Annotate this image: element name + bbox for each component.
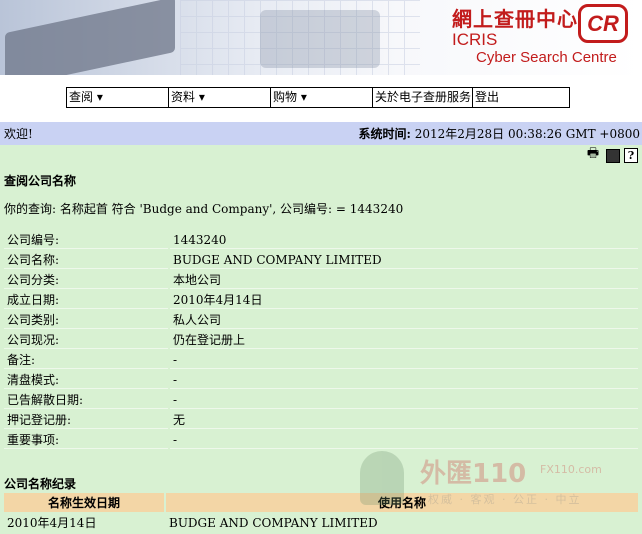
banner-building-image: [260, 10, 380, 68]
banner-cn-title: 網上查冊中心: [452, 7, 578, 31]
header-banner: 網上查冊中心 ICRIS Cyber Search Centre CR: [0, 0, 642, 75]
menu-search[interactable]: 查阅 ▾: [67, 88, 169, 107]
menu-shopping[interactable]: 购物 ▾: [271, 88, 373, 107]
table-row: 已告解散日期: -: [4, 391, 638, 409]
field-value: BUDGE AND COMPANY LIMITED: [170, 251, 638, 269]
table-row: 公司现况: 仍在登记册上: [4, 331, 638, 349]
system-time-label: 系统时间:: [358, 127, 411, 141]
table-row: 公司分类: 本地公司: [4, 271, 638, 289]
history-date: 2010年4月14日: [7, 516, 97, 530]
field-value: 无: [170, 411, 638, 429]
print-icon[interactable]: 🖶: [585, 146, 601, 163]
save-icon[interactable]: [606, 149, 620, 163]
table-row: 重要事项: -: [4, 431, 638, 449]
help-icon[interactable]: ?: [624, 148, 638, 163]
cr-logo: CR: [578, 4, 628, 43]
table-row: 公司类别: 私人公司: [4, 311, 638, 329]
name-history-table: 名称生效日期 使用名称 2010年4月14日 BUDGE AND COMPANY…: [2, 491, 640, 533]
welcome-text: 欢迎!: [4, 127, 33, 141]
menu-logout[interactable]: 登出: [473, 88, 569, 107]
banner-icris-label: ICRIS: [452, 30, 498, 49]
history-name: BUDGE AND COMPANY LIMITED: [169, 515, 378, 530]
table-header-row: 名称生效日期 使用名称: [4, 493, 638, 512]
field-value: 1443240: [170, 231, 638, 249]
field-label: 清盘模式:: [4, 371, 168, 389]
field-value: 仍在登记册上: [170, 331, 638, 349]
field-label: 押记登记册:: [4, 411, 168, 429]
field-label: 重要事项:: [4, 431, 168, 449]
system-time: 系统时间: 2012年2月28日 00:38:26 GMT +0800: [358, 125, 640, 142]
field-label: 公司类别:: [4, 311, 168, 329]
column-header-name: 使用名称: [166, 493, 638, 512]
history-title: 公司名称纪录: [4, 477, 77, 491]
banner-train-image: [5, 0, 175, 75]
menu-about[interactable]: 关於电子查册服务: [373, 88, 473, 107]
query-summary: 你的查询: 名称起首 符合 'Budge and Company', 公司编号:…: [4, 202, 404, 216]
toolbar: 🖶 ?: [0, 145, 642, 167]
table-row: 清盘模式: -: [4, 371, 638, 389]
field-value: -: [170, 431, 638, 449]
field-label: 备注:: [4, 351, 168, 369]
banner-cyber-label: Cyber Search Centre: [476, 49, 617, 66]
table-row: 公司名称: BUDGE AND COMPANY LIMITED: [4, 251, 638, 269]
field-label: 公司现况:: [4, 331, 168, 349]
main-menu: 查阅 ▾ 资料 ▾ 购物 ▾ 关於电子查册服务 登出: [66, 87, 570, 108]
welcome-bar: 欢迎! 系统时间: 2012年2月28日 00:38:26 GMT +0800: [0, 122, 642, 145]
field-value: -: [170, 391, 638, 409]
field-label: 公司分类:: [4, 271, 168, 289]
field-label: 已告解散日期:: [4, 391, 168, 409]
field-value: 本地公司: [170, 271, 638, 289]
table-row: 公司编号: 1443240: [4, 231, 638, 249]
table-row: 2010年4月14日 BUDGE AND COMPANY LIMITED: [4, 514, 638, 531]
field-value: -: [170, 371, 638, 389]
table-row: 成立日期: 2010年4月14日: [4, 291, 638, 309]
main-content: 查阅公司名称 你的查询: 名称起首 符合 'Budge and Company'…: [0, 167, 642, 534]
field-value: 私人公司: [170, 311, 638, 329]
system-time-value: 2012年2月28日 00:38:26 GMT +0800: [410, 127, 640, 141]
field-label: 公司编号:: [4, 231, 168, 249]
table-row: 押记登记册: 无: [4, 411, 638, 429]
field-value: 2010年4月14日: [170, 291, 638, 309]
field-label: 成立日期:: [4, 291, 168, 309]
column-header-date: 名称生效日期: [4, 493, 164, 512]
table-row: 备注: -: [4, 351, 638, 369]
company-info-table: 公司编号: 1443240 公司名称: BUDGE AND COMPANY LIMI…: [2, 229, 640, 451]
field-value: -: [170, 351, 638, 369]
field-label: 公司名称:: [4, 251, 168, 269]
page-title: 查阅公司名称: [4, 174, 77, 188]
menu-info[interactable]: 资料 ▾: [169, 88, 271, 107]
